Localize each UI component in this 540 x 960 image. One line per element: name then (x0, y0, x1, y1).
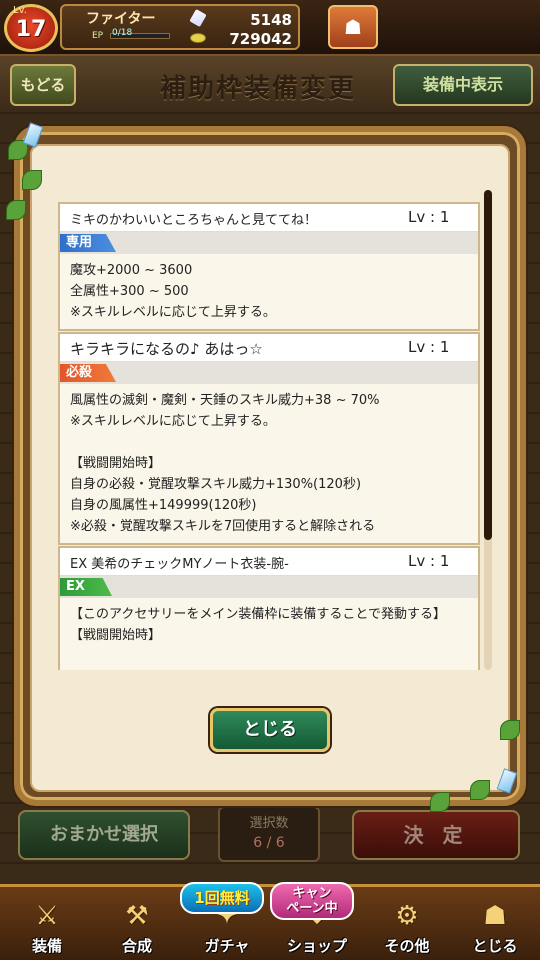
skill-type-row: 専用 (60, 232, 478, 254)
player-status-panel: ファイター EP 0/18 5148 729042 (60, 4, 300, 50)
skill-list-scroll-area[interactable]: ミキのかわいいところちゃんと見ててね！ Lv : 1 専用 魔攻+2000 ~ … (58, 190, 488, 670)
page-title: 補助枠装備変更 (160, 74, 357, 104)
shop-badge-line: キャン (292, 886, 332, 901)
skill-effect-line: 全属性+300 ~ 500 (70, 284, 189, 299)
gacha-free-badge: 1回無料 (180, 882, 264, 914)
scrollbar-thumb[interactable] (484, 190, 492, 540)
back-button[interactable]: もどる (10, 64, 76, 106)
level-value: 17 (15, 17, 47, 42)
shop-campaign-badge: キャン ペーン中 (270, 882, 354, 920)
skill-name: キラキラになるの♪ あはっ☆ (70, 340, 263, 358)
skill-level: Lv : 1 (408, 208, 450, 226)
nav-fusion[interactable]: ⚒ 合成 (92, 887, 182, 960)
gem-icon (189, 8, 207, 28)
skill-card-header: ミキのかわいいところちゃんと見ててね！ Lv : 1 (60, 204, 478, 232)
level-label: Lv. (13, 5, 27, 16)
skill-description: 魔攻+2000 ~ 3600 全属性+300 ~ 500 ※スキルレベルに応じて… (60, 254, 478, 329)
skill-effect-line: 自身の風属性+149999(120秒) (70, 498, 257, 513)
skill-type-tag: EX (60, 578, 112, 596)
skill-card: キラキラになるの♪ あはっ☆ Lv : 1 必殺 風属性の滅剣・魔剣・天錘のスキ… (58, 332, 480, 545)
skill-level: Lv : 1 (408, 552, 450, 570)
friends-icon: ☗ (344, 15, 362, 39)
coin-icon (190, 33, 206, 43)
sub-header: もどる 補助枠装備変更 装備中表示 (0, 56, 540, 112)
coin-count: 729042 (229, 30, 292, 48)
close-dialog-button[interactable]: とじる (210, 708, 330, 752)
vine-leaf-icon (430, 792, 450, 812)
selection-count: 6 / 6 (253, 835, 285, 851)
selection-label: 選択数 (249, 816, 289, 831)
skill-type-tag: 必殺 (60, 364, 116, 382)
nav-other[interactable]: ⚙ その他 (362, 887, 452, 960)
confirm-button[interactable]: 決 定 (352, 810, 520, 860)
skill-type-row: 必殺 (60, 362, 478, 384)
nav-label: 装備 (31, 937, 62, 955)
nav-label: 合成 (121, 937, 152, 955)
skill-effect-line: 【このアクセサリーをメイン装備枠に装備することで発動する】 (70, 607, 446, 622)
skill-effect-line (70, 432, 468, 453)
friends-button[interactable]: ☗ (328, 5, 378, 49)
skill-name: ミキのかわいいところちゃんと見ててね！ (70, 213, 318, 228)
nav-close[interactable]: ☗ とじる (450, 887, 540, 960)
skill-effect-line: ※スキルレベルに応じて上昇する。 (70, 305, 276, 320)
sword-shield-icon: ⚔ (35, 901, 59, 931)
gear-icon: ⚙ (395, 901, 419, 931)
ep-label: EP (92, 31, 104, 41)
ep-value: 0/18 (112, 28, 133, 38)
nav-label: とじる (472, 937, 518, 955)
vine-leaf-icon (500, 720, 520, 740)
skill-list-scrollbar[interactable] (484, 190, 492, 670)
nav-label: その他 (384, 937, 430, 955)
vine-leaf-icon (6, 200, 26, 220)
vine-leaf-icon (470, 780, 490, 800)
top-status-bar: Lv. 17 ファイター EP 0/18 5148 729042 ☗ (0, 0, 540, 56)
skill-type-row: EX (60, 576, 478, 598)
skill-effect-line: 風属性の滅剣・魔剣・天錘のスキル威力+38 ~ 70% (70, 393, 380, 408)
skill-name: EX 美希のチェックMYノート衣装-腕- (70, 557, 289, 572)
shop-badge-line: ペーン中 (286, 901, 338, 916)
hammer-icon: ⚒ (125, 901, 149, 931)
skill-description: 風属性の滅剣・魔剣・天錘のスキル威力+38 ~ 70% ※スキルレベルに応じて上… (60, 384, 478, 543)
player-name: ファイター (86, 11, 156, 27)
skill-level: Lv : 1 (408, 338, 450, 356)
vine-leaf-icon (22, 170, 42, 190)
nav-label: ショップ (286, 937, 347, 955)
skill-effect-line: ※必殺・覚醒攻撃スキルを7回使用すると解除される (70, 519, 376, 534)
selection-controls: おまかせ選択 選択数 6 / 6 決 定 (0, 800, 540, 880)
skill-effect-line: 魔攻+2000 ~ 3600 (70, 263, 193, 278)
skill-type-tag: 専用 (60, 234, 116, 252)
skill-effect-line: 自身の必殺・覚醒攻撃スキル威力+130%(120秒) (70, 477, 362, 492)
skill-description: 【このアクセサリーをメイン装備枠に装備することで発動する】 【戦闘開始時】 (60, 598, 478, 652)
close-gold-icon: ☗ (483, 901, 507, 931)
auto-select-button[interactable]: おまかせ選択 (18, 810, 190, 860)
selection-counter: 選択数 6 / 6 (218, 806, 320, 862)
skill-effect-line: 【戦闘開始時】 (70, 628, 162, 643)
skill-effect-line: ※スキルレベルに応じて上昇する。 (70, 414, 276, 429)
skill-card-header: EX 美希のチェックMYノート衣装-腕- Lv : 1 (60, 548, 478, 576)
level-badge: Lv. 17 (4, 4, 58, 52)
skill-card: EX 美希のチェックMYノート衣装-腕- Lv : 1 EX 【このアクセサリー… (58, 546, 480, 670)
show-equipped-button[interactable]: 装備中表示 (393, 64, 533, 106)
skill-effect-line: 【戦闘開始時】 (70, 456, 162, 471)
nav-equip[interactable]: ⚔ 装備 (2, 887, 92, 960)
skill-card: ミキのかわいいところちゃんと見ててね！ Lv : 1 専用 魔攻+2000 ~ … (58, 202, 480, 331)
gem-count: 5148 (250, 11, 292, 29)
skill-card-header: キラキラになるの♪ あはっ☆ Lv : 1 (60, 334, 478, 362)
nav-label: ガチャ (204, 937, 250, 955)
